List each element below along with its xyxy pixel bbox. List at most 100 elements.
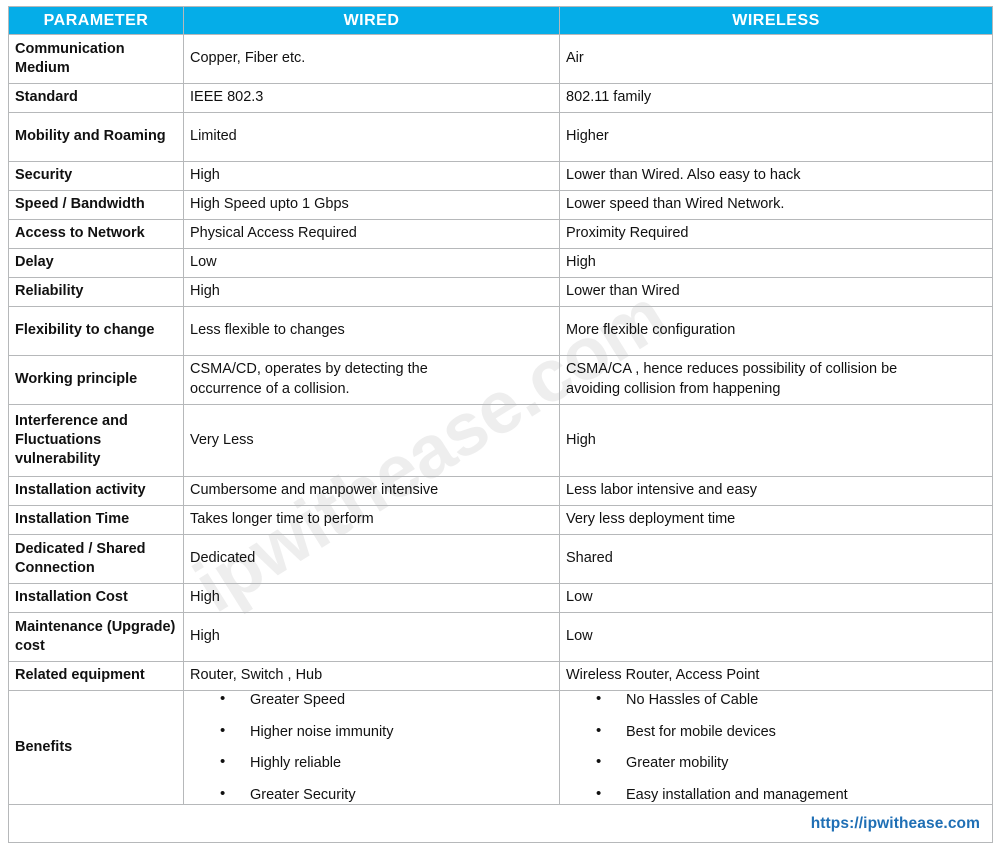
value-line: CSMA/CA , hence reduces possibility of c…: [566, 361, 898, 378]
row-wired-value: High: [183, 612, 560, 662]
header-row: PARAMETER WIRED WIRELESS: [8, 6, 993, 35]
row-parameter: Installation Cost: [8, 583, 184, 613]
row-wireless-value: Lower than Wired: [559, 277, 993, 307]
row-wired-value: Less flexible to changes: [183, 306, 560, 356]
wireless-benefits-list: No Hassles of Cable Best for mobile devi…: [566, 691, 986, 802]
site-url-link[interactable]: https://ipwithease.com: [811, 815, 980, 832]
row-wireless-value: Lower than Wired. Also easy to hack: [559, 161, 993, 191]
row-wired-value: High: [183, 277, 560, 307]
table-row-benefits: Benefits Greater Speed Higher noise immu…: [8, 690, 993, 805]
param-line: change: [103, 322, 155, 339]
row-parameter: Access to Network: [8, 219, 184, 249]
row-wireless-value: No Hassles of Cable Best for mobile devi…: [559, 690, 993, 805]
table-row: Installation Cost High Low: [8, 583, 993, 613]
row-wired-value: Cumbersome and manpower intensive: [183, 476, 560, 506]
row-wireless-value: More flexible configuration: [559, 306, 993, 356]
table-row: Security High Lower than Wired. Also eas…: [8, 161, 993, 191]
row-wireless-value: Shared: [559, 534, 993, 584]
row-wireless-value: Low: [559, 583, 993, 613]
table-row: Access to Network Physical Access Requir…: [8, 219, 993, 249]
row-parameter: Maintenance (Upgrade) cost: [8, 612, 184, 662]
param-line: Dedicated / Shared: [15, 540, 146, 557]
table-row: Installation Time Takes longer time to p…: [8, 505, 993, 535]
row-wireless-value: CSMA/CA , hence reduces possibility of c…: [559, 355, 993, 405]
row-wired-value: High: [183, 583, 560, 613]
table-row: Dedicated / Shared Connection Dedicated …: [8, 534, 993, 584]
row-parameter: Installation activity: [8, 476, 184, 506]
param-line: Fluctuations: [15, 431, 102, 448]
table-row: Working principle CSMA/CD, operates by d…: [8, 355, 993, 405]
list-item: Greater Security: [220, 786, 553, 803]
table-row: Reliability High Lower than Wired: [8, 277, 993, 307]
row-parameter: Working principle: [8, 355, 184, 405]
row-wired-value: Takes longer time to perform: [183, 505, 560, 535]
row-parameter: Flexibility to change: [8, 306, 184, 356]
wired-vs-wireless-table: PARAMETER WIRED WIRELESS Communication M…: [8, 6, 993, 843]
param-line: Maintenance: [15, 618, 103, 635]
value-line: avoiding collision from happening: [566, 381, 781, 397]
row-parameter: Installation Time: [8, 505, 184, 535]
table-body: Communication Medium Copper, Fiber etc. …: [8, 34, 993, 843]
param-line: Roaming: [103, 128, 166, 145]
param-line: vulnerability: [15, 451, 101, 468]
param-line: Flexibility to: [15, 322, 100, 339]
footer-row: https://ipwithease.com: [8, 804, 993, 843]
row-parameter: Speed / Bandwidth: [8, 190, 184, 220]
table-row: Interference and Fluctuations vulnerabil…: [8, 404, 993, 477]
row-parameter: Benefits: [8, 690, 184, 805]
row-wired-value: Low: [183, 248, 560, 278]
table-row: Mobility and Roaming Limited Higher: [8, 112, 993, 162]
row-wired-value: Very Less: [183, 404, 560, 477]
table-row: Speed / Bandwidth High Speed upto 1 Gbps…: [8, 190, 993, 220]
column-header-wireless: WIRELESS: [559, 6, 993, 35]
row-wireless-value: High: [559, 248, 993, 278]
row-wired-value: Dedicated: [183, 534, 560, 584]
table-row: Communication Medium Copper, Fiber etc. …: [8, 34, 993, 84]
table-row: Flexibility to change Less flexible to c…: [8, 306, 993, 356]
row-wireless-value: Low: [559, 612, 993, 662]
table-row: Installation activity Cumbersome and man…: [8, 476, 993, 506]
comparison-table-page: ipwithease.com PARAMETER WIRED WIRELESS …: [0, 0, 1000, 843]
row-parameter: Communication Medium: [8, 34, 184, 84]
row-wireless-value: Proximity Required: [559, 219, 993, 249]
row-parameter: Standard: [8, 83, 184, 113]
table-header: PARAMETER WIRED WIRELESS: [8, 6, 993, 35]
row-wireless-value: Lower speed than Wired Network.: [559, 190, 993, 220]
table-row: Delay Low High: [8, 248, 993, 278]
column-header-parameter: PARAMETER: [8, 6, 184, 35]
value-line: CSMA/CD, operates by detecting the: [190, 361, 428, 378]
row-parameter: Reliability: [8, 277, 184, 307]
row-parameter: Related equipment: [8, 661, 184, 691]
footer-cell: https://ipwithease.com: [8, 804, 993, 843]
table-row: Maintenance (Upgrade) cost High Low: [8, 612, 993, 662]
list-item: Greater Speed: [220, 691, 553, 708]
column-header-wired: WIRED: [183, 6, 560, 35]
row-wireless-value: Higher: [559, 112, 993, 162]
row-parameter: Dedicated / Shared Connection: [8, 534, 184, 584]
table-row: Related equipment Router, Switch , Hub W…: [8, 661, 993, 691]
row-wired-value: High Speed upto 1 Gbps: [183, 190, 560, 220]
param-line: Interference and: [15, 412, 128, 429]
row-wired-value: IEEE 802.3: [183, 83, 560, 113]
list-item: Highly reliable: [220, 754, 553, 771]
row-wireless-value: Less labor intensive and easy: [559, 476, 993, 506]
row-wired-value: Greater Speed Higher noise immunity High…: [183, 690, 560, 805]
list-item: Higher noise immunity: [220, 723, 553, 740]
row-wired-value: Physical Access Required: [183, 219, 560, 249]
row-wireless-value: 802.11 family: [559, 83, 993, 113]
row-parameter: Delay: [8, 248, 184, 278]
list-item: Best for mobile devices: [596, 723, 986, 740]
table-row: Standard IEEE 802.3 802.11 family: [8, 83, 993, 113]
param-line: Mobility and: [15, 128, 100, 145]
row-wireless-value: Air: [559, 34, 993, 84]
row-wired-value: High: [183, 161, 560, 191]
value-line: occurrence of a collision.: [190, 381, 350, 397]
param-line: Medium: [15, 60, 70, 76]
row-wired-value: Copper, Fiber etc.: [183, 34, 560, 84]
row-wireless-value: Wireless Router, Access Point: [559, 661, 993, 691]
row-parameter: Security: [8, 161, 184, 191]
row-wired-value: Router, Switch , Hub: [183, 661, 560, 691]
row-wired-value: CSMA/CD, operates by detecting the occur…: [183, 355, 560, 405]
param-line: Communication: [15, 40, 125, 57]
row-wireless-value: Very less deployment time: [559, 505, 993, 535]
